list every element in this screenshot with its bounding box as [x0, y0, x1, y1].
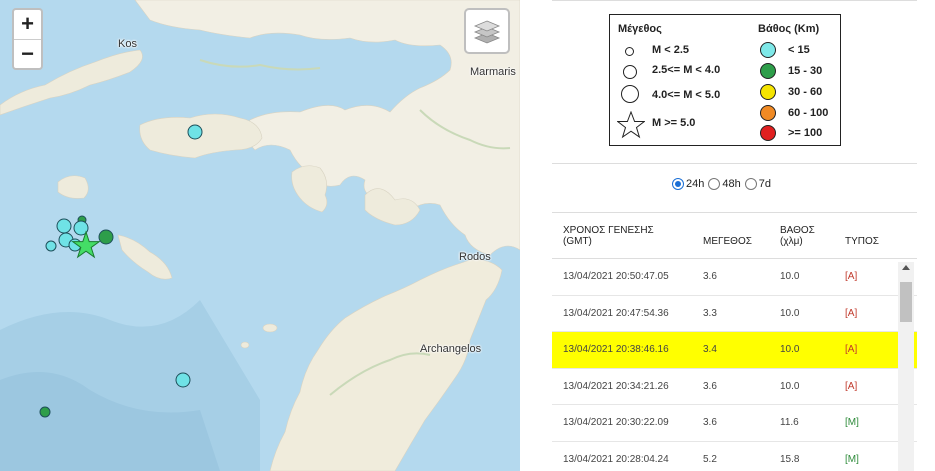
cell-mag: 3.6 — [703, 380, 717, 392]
table-row[interactable]: 13/04/2021 20:50:47.05 3.6 10.0 [A] — [552, 259, 917, 296]
table-row[interactable]: 13/04/2021 20:28:04.24 5.2 15.8 [M] — [552, 442, 917, 471]
table-row[interactable]: 13/04/2021 20:30:22.09 3.6 11.6 [M] — [552, 405, 917, 442]
cell-type[interactable]: [A] — [845, 344, 857, 355]
scroll-thumb[interactable] — [900, 282, 912, 322]
table-row[interactable]: 13/04/2021 20:47:54.36 3.3 10.0 [A] — [552, 296, 917, 332]
cell-depth: 10.0 — [780, 271, 800, 282]
zoom-in-button[interactable]: + — [14, 10, 41, 39]
table-scrollbar[interactable] — [898, 262, 914, 471]
cell-depth: 10.0 — [780, 307, 800, 319]
legend-mag-dot-small — [625, 47, 634, 56]
quake-marker — [45, 240, 57, 252]
quake-marker — [175, 372, 191, 388]
legend-depth-label: >= 100 — [788, 127, 823, 139]
place-label-rodos: Rodos — [459, 251, 491, 263]
header-depth[interactable]: ΒΑΘΟΣ (χλμ) — [780, 225, 815, 247]
legend-mag-dot-large — [621, 85, 639, 103]
header-time[interactable]: ΧΡΟΝΟΣ ΓΕΝΕΣΗΣ (GMT) — [563, 225, 654, 247]
table-body: 13/04/2021 20:50:47.05 3.6 10.0 [A] 13/0… — [552, 259, 917, 471]
period-selector: 24h 48h 7d — [670, 178, 771, 190]
radio-label-7d: 7d — [758, 178, 771, 190]
zoom-control: + − — [12, 8, 43, 70]
header-depth-sub: (χλμ) — [780, 236, 803, 247]
legend-mag-label: 2.5<= M < 4.0 — [652, 64, 721, 76]
cell-depth: 10.0 — [780, 380, 800, 392]
cell-time: 13/04/2021 20:28:04.24 — [563, 453, 669, 465]
legend-mag-label: M < 2.5 — [652, 44, 689, 56]
cell-depth: 11.6 — [780, 417, 799, 428]
radio-label-24h: 24h — [686, 178, 705, 190]
legend-depth-swatch — [760, 84, 776, 100]
legend-depth-label: 30 - 60 — [788, 86, 823, 98]
header-depth-label: ΒΑΘΟΣ — [780, 225, 815, 236]
divider — [552, 163, 917, 164]
cell-type[interactable]: [M] — [845, 454, 859, 465]
radio-24h[interactable] — [672, 178, 684, 190]
legend-depth-label: < 15 — [788, 44, 810, 56]
cell-mag: 3.4 — [703, 344, 717, 355]
legend-mag-label: 4.0<= M < 5.0 — [652, 89, 721, 101]
cell-time: 13/04/2021 20:50:47.05 — [563, 271, 669, 282]
legend-depth-swatch — [760, 63, 776, 79]
place-label-marmaris: Marmaris — [470, 66, 516, 78]
radio-48h[interactable] — [708, 178, 721, 190]
header-time-label: ΧΡΟΝΟΣ ΓΕΝΕΣΗΣ — [563, 225, 654, 236]
map-base — [0, 0, 520, 471]
cell-mag: 3.6 — [703, 271, 717, 282]
legend-depth-swatch — [760, 105, 776, 121]
legend-magnitude-title: Μέγεθος — [618, 23, 662, 35]
quake-marker — [39, 406, 51, 418]
cell-type[interactable]: [A] — [845, 308, 857, 319]
radio-7d[interactable] — [744, 178, 757, 190]
legend-depth-swatch — [760, 125, 776, 141]
quake-marker — [56, 218, 72, 234]
cell-type[interactable]: [A] — [845, 271, 857, 282]
cell-depth: 10.0 — [780, 344, 800, 355]
place-label-kos: Kos — [118, 38, 137, 50]
layers-button[interactable] — [464, 8, 510, 54]
cell-type[interactable]: [M] — [845, 417, 859, 428]
radio-label-48h: 48h — [722, 178, 741, 190]
cell-time: 13/04/2021 20:38:46.16 — [563, 344, 669, 355]
cell-mag: 3.3 — [703, 307, 717, 319]
cell-type[interactable]: [A] — [845, 381, 857, 392]
cell-time: 13/04/2021 20:47:54.36 — [563, 307, 669, 319]
earthquake-table: ΧΡΟΝΟΣ ΓΕΝΕΣΗΣ (GMT) ΜΕΓΕΘΟΣ ΒΑΘΟΣ (χλμ)… — [552, 212, 917, 471]
table-header: ΧΡΟΝΟΣ ΓΕΝΕΣΗΣ (GMT) ΜΕΓΕΘΟΣ ΒΑΘΟΣ (χλμ)… — [552, 212, 917, 259]
legend-depth-label: 60 - 100 — [788, 107, 829, 119]
place-label-archangelos: Archangelos — [420, 343, 482, 355]
layers-icon — [473, 20, 501, 44]
quake-marker — [98, 229, 114, 245]
legend-depth-title: Βάθος (Km) — [758, 23, 820, 35]
legend-depth-swatch — [760, 42, 776, 58]
legend-depth-label: 15 - 30 — [788, 65, 823, 77]
side-panel: Μέγεθος Βάθος (Km) M < 2.5 2.5<= M < 4.0… — [520, 0, 935, 471]
cell-time: 13/04/2021 20:34:21.26 — [563, 380, 669, 392]
table-row[interactable]: 13/04/2021 20:34:21.26 3.6 10.0 [A] — [552, 369, 917, 405]
legend-star-icon — [617, 111, 645, 139]
divider — [552, 0, 917, 1]
earthquake-map[interactable]: Kos Marmaris Rodos Archangelos + − — [0, 0, 520, 471]
legend-mag-label: M >= 5.0 — [652, 117, 696, 129]
app: Kos Marmaris Rodos Archangelos + − Μέγεθ… — [0, 0, 935, 471]
table-row-selected[interactable]: 13/04/2021 20:38:46.16 3.4 10.0 [A] — [552, 332, 917, 369]
header-type[interactable]: ΤΥΠΟΣ — [845, 236, 879, 247]
cell-mag: 3.6 — [703, 417, 717, 428]
cell-time: 13/04/2021 20:30:22.09 — [563, 417, 669, 428]
cell-mag: 5.2 — [703, 453, 717, 465]
header-time-sub: (GMT) — [563, 236, 592, 247]
quake-marker-star — [71, 230, 101, 259]
cell-depth: 15.8 — [780, 453, 800, 465]
header-mag[interactable]: ΜΕΓΕΘΟΣ — [703, 236, 752, 247]
scroll-up-arrow-icon[interactable] — [902, 265, 910, 270]
quake-marker — [187, 124, 203, 140]
legend: Μέγεθος Βάθος (Km) M < 2.5 2.5<= M < 4.0… — [609, 14, 841, 146]
legend-mag-dot-medium — [623, 65, 637, 79]
zoom-out-button[interactable]: − — [14, 39, 41, 68]
